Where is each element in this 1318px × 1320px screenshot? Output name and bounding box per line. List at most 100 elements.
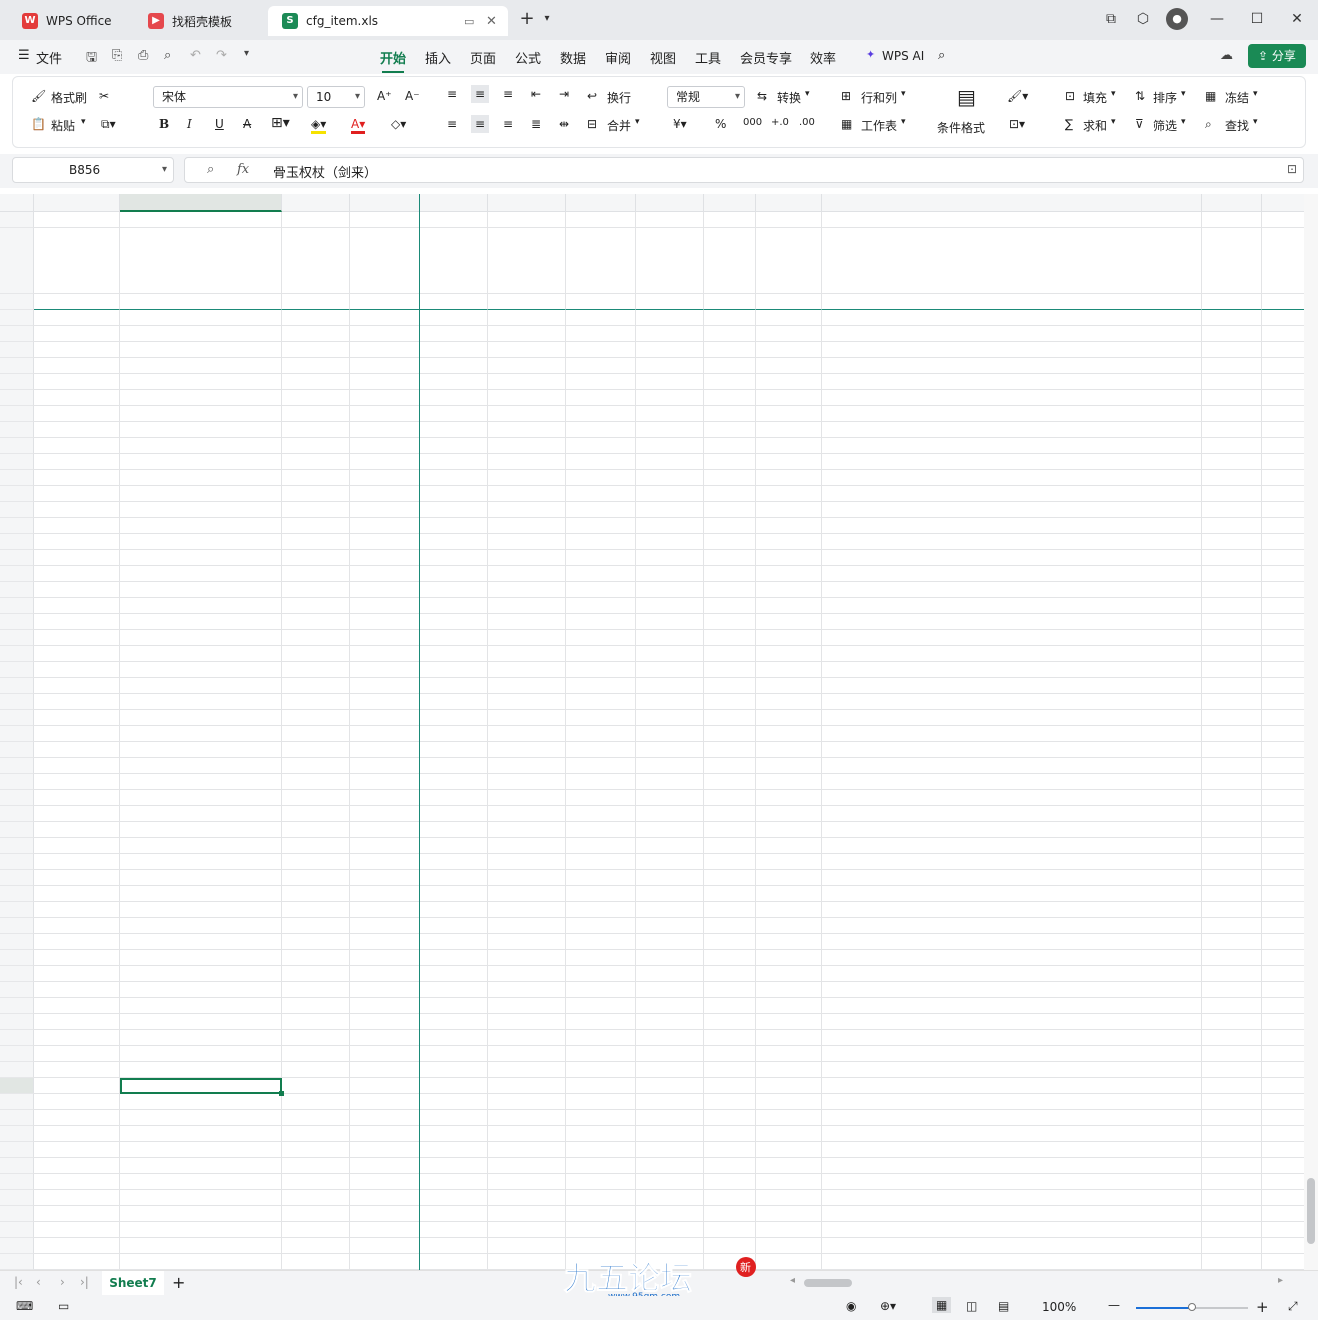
table-cell[interactable] (704, 1238, 756, 1254)
table-cell[interactable] (704, 1062, 756, 1078)
row-header[interactable] (0, 1078, 34, 1094)
table-cell[interactable] (1262, 726, 1304, 742)
table-cell[interactable] (1262, 518, 1304, 534)
row-header[interactable] (0, 454, 34, 470)
table-cell[interactable] (488, 1046, 566, 1062)
table-cell[interactable] (488, 614, 566, 630)
table-cell[interactable] (282, 1046, 350, 1062)
table-cell[interactable] (282, 342, 350, 358)
table-cell[interactable] (1202, 1046, 1262, 1062)
table-cell[interactable] (120, 454, 282, 470)
table-cell[interactable] (282, 310, 350, 326)
table-cell[interactable] (1202, 550, 1262, 566)
table-cell[interactable] (636, 742, 704, 758)
table-cell[interactable] (1202, 1158, 1262, 1174)
prev-sheet-icon[interactable]: ‹ (36, 1275, 41, 1289)
table-cell[interactable] (282, 950, 350, 966)
table-cell[interactable] (1202, 326, 1262, 342)
table-cell[interactable] (120, 838, 282, 854)
table-cell[interactable] (756, 470, 822, 486)
table-cell[interactable] (566, 662, 636, 678)
table-cell[interactable] (704, 982, 756, 998)
table-cell[interactable] (34, 774, 120, 790)
table-cell[interactable] (34, 406, 120, 422)
table-cell[interactable] (822, 550, 1202, 566)
table-cell[interactable] (120, 438, 282, 454)
menu-efficiency[interactable]: 效率 (810, 48, 836, 67)
table-cell[interactable] (488, 438, 566, 454)
table-cell[interactable] (282, 1062, 350, 1078)
table-cell[interactable] (704, 758, 756, 774)
table-cell[interactable] (1202, 1062, 1262, 1078)
table-cell[interactable] (756, 1142, 822, 1158)
table-cell[interactable] (704, 902, 756, 918)
table-cell[interactable] (34, 646, 120, 662)
table-cell[interactable] (704, 1110, 756, 1126)
table-cell[interactable] (34, 758, 120, 774)
table-cell[interactable] (704, 822, 756, 838)
table-cell[interactable] (350, 502, 420, 518)
table-cell[interactable] (34, 742, 120, 758)
table-cell[interactable] (566, 1014, 636, 1030)
table-cell[interactable] (636, 726, 704, 742)
row-header[interactable] (0, 1110, 34, 1126)
table-cell[interactable] (1262, 1126, 1304, 1142)
table-cell[interactable] (420, 854, 488, 870)
table-cell[interactable] (282, 998, 350, 1014)
table-cell[interactable] (822, 614, 1202, 630)
table-cell[interactable] (420, 630, 488, 646)
header-cell[interactable] (756, 228, 822, 294)
table-cell[interactable] (1262, 886, 1304, 902)
table-cell[interactable] (822, 774, 1202, 790)
freeze-button[interactable]: 冻结 (1225, 89, 1249, 106)
table-cell[interactable] (282, 582, 350, 598)
table-cell[interactable] (282, 326, 350, 342)
table-cell[interactable] (488, 502, 566, 518)
table-cell[interactable] (34, 902, 120, 918)
table-cell[interactable] (282, 518, 350, 534)
table-cell[interactable] (1202, 982, 1262, 998)
table-cell[interactable] (34, 390, 120, 406)
table-cell[interactable] (488, 726, 566, 742)
row-header[interactable] (0, 582, 34, 598)
table-cell[interactable] (488, 822, 566, 838)
table-cell[interactable] (704, 342, 756, 358)
table-cell[interactable] (488, 950, 566, 966)
table-cell[interactable] (282, 854, 350, 870)
table-cell[interactable] (350, 790, 420, 806)
table-cell[interactable] (1262, 1110, 1304, 1126)
table-cell[interactable] (350, 870, 420, 886)
table-cell[interactable] (566, 358, 636, 374)
row-header[interactable] (0, 438, 34, 454)
table-cell[interactable] (34, 630, 120, 646)
table-cell[interactable] (120, 1222, 282, 1238)
table-cell[interactable] (822, 598, 1202, 614)
table-cell[interactable] (636, 950, 704, 966)
row-header[interactable] (0, 918, 34, 934)
header-cell[interactable] (704, 212, 756, 228)
header-cell[interactable] (420, 212, 488, 228)
table-cell[interactable] (756, 966, 822, 982)
table-cell[interactable] (420, 1094, 488, 1110)
table-cell[interactable] (756, 1062, 822, 1078)
table-cell[interactable] (822, 790, 1202, 806)
freeze-dropdown-icon[interactable]: ▾ (1253, 89, 1258, 99)
table-cell[interactable] (636, 1158, 704, 1174)
table-cell[interactable] (420, 582, 488, 598)
table-cell[interactable] (120, 390, 282, 406)
table-cell[interactable] (350, 918, 420, 934)
header-cell[interactable] (704, 294, 756, 310)
table-cell[interactable] (566, 726, 636, 742)
row-header[interactable] (0, 406, 34, 422)
row-header[interactable] (0, 502, 34, 518)
table-cell[interactable] (282, 1206, 350, 1222)
cut-icon[interactable]: ✂ (99, 89, 109, 103)
table-cell[interactable] (350, 438, 420, 454)
table-cell[interactable] (350, 646, 420, 662)
maximize-icon[interactable]: ☐ (1246, 8, 1268, 30)
table-cell[interactable] (1262, 1206, 1304, 1222)
table-cell[interactable] (420, 438, 488, 454)
table-cell[interactable] (420, 614, 488, 630)
row-header[interactable] (0, 1094, 34, 1110)
table-cell[interactable] (350, 486, 420, 502)
